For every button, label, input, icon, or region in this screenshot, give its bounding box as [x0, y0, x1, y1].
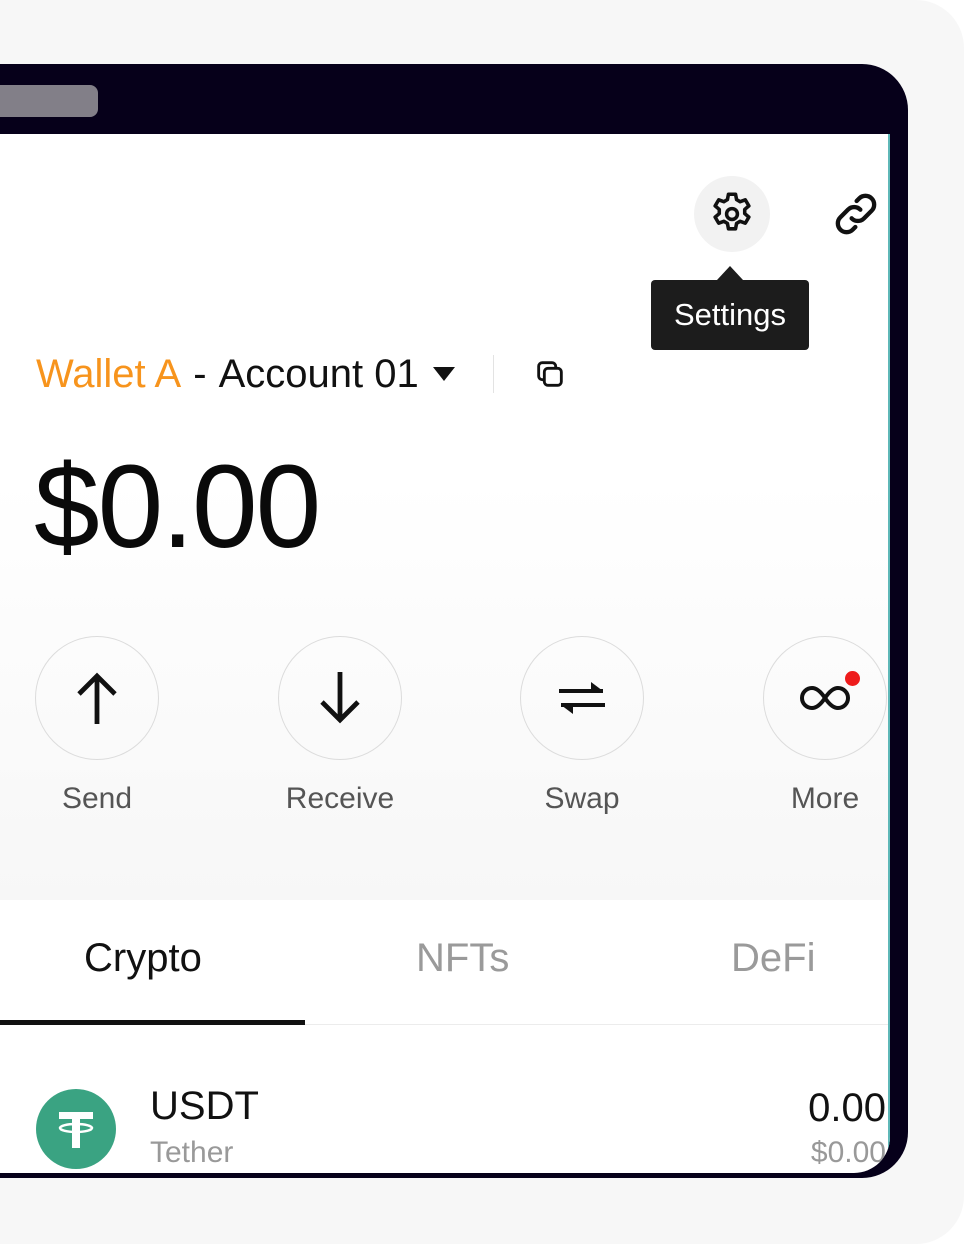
wallet-name: Wallet A — [36, 351, 182, 396]
vertical-divider — [492, 355, 494, 393]
arrow-down-icon — [320, 672, 360, 724]
send-action[interactable]: Send — [35, 636, 159, 816]
wallet-screen: Settings Wallet A - Account 01 $0.00 Sen… — [0, 134, 890, 1173]
token-amount: 0.00 — [808, 1086, 886, 1130]
swap-label: Swap — [544, 782, 620, 815]
more-button[interactable] — [763, 636, 887, 760]
copy-icon — [536, 361, 563, 387]
tether-logo-icon — [36, 1089, 116, 1169]
connect-link-button[interactable] — [826, 184, 886, 244]
receive-action[interactable]: Receive — [278, 636, 402, 816]
total-balance: $0.00 — [34, 441, 321, 573]
active-tab-indicator — [0, 1020, 305, 1025]
receive-label: Receive — [285, 782, 395, 815]
gear-icon — [713, 192, 751, 231]
more-action[interactable]: More — [763, 636, 887, 816]
swap-action[interactable]: Swap — [520, 636, 644, 816]
notification-badge — [845, 671, 860, 686]
receive-button[interactable] — [278, 636, 402, 760]
swap-button[interactable] — [520, 636, 644, 760]
account-name: Account 01 — [218, 351, 419, 396]
tab-crypto[interactable]: Crypto — [84, 936, 202, 981]
more-label: More — [790, 782, 860, 815]
app-window: Settings Wallet A - Account 01 $0.00 Sen… — [0, 64, 908, 1178]
send-button[interactable] — [35, 636, 159, 760]
settings-tooltip: Settings — [651, 266, 809, 350]
caret-down-icon — [432, 367, 455, 381]
tab-nfts[interactable]: NFTs — [416, 936, 509, 981]
token-symbol: USDT — [150, 1084, 259, 1128]
account-separator: - — [193, 351, 207, 396]
swap-arrows-icon — [559, 682, 605, 714]
send-label: Send — [61, 782, 133, 815]
token-list-item[interactable]: USDT Tether 0.00 $0.00 — [0, 1074, 890, 1173]
arrow-up-icon — [77, 672, 117, 724]
token-name: Tether — [150, 1136, 234, 1169]
asset-tabs: Crypto NFTs DeFi — [0, 900, 890, 1025]
settings-button[interactable] — [694, 176, 770, 252]
account-selector[interactable]: Wallet A - Account 01 — [36, 344, 568, 404]
infinity-icon — [800, 685, 850, 711]
link-icon — [835, 193, 877, 235]
copy-address-button[interactable] — [532, 356, 568, 392]
title-bar-tab[interactable] — [0, 85, 98, 117]
tab-defi[interactable]: DeFi — [731, 936, 815, 981]
token-fiat-value: $0.00 — [810, 1136, 886, 1169]
